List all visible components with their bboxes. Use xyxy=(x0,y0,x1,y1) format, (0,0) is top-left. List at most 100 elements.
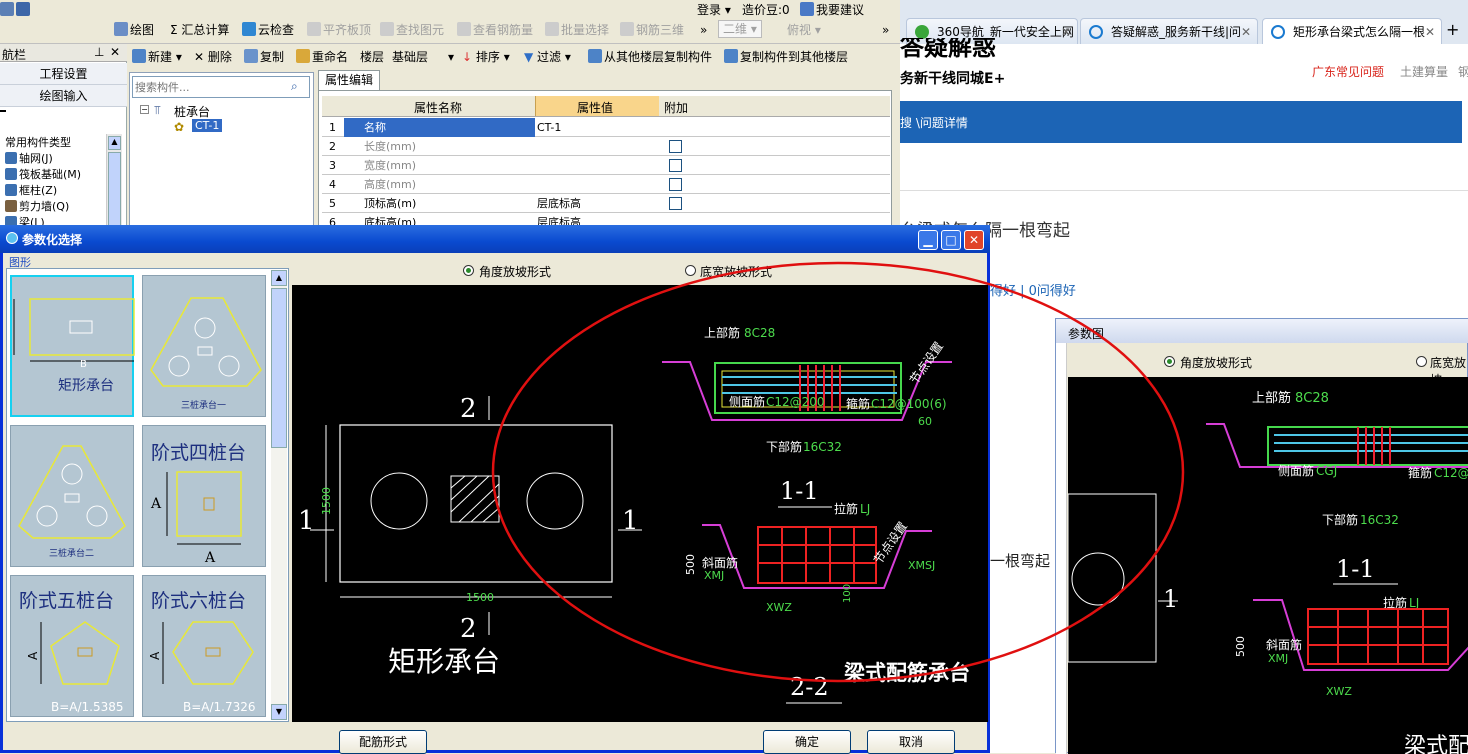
scroll-down-icon[interactable]: ▼ xyxy=(271,704,287,720)
scroll-up-icon[interactable]: ▲ xyxy=(108,136,121,150)
cancel-button[interactable]: 取消 xyxy=(867,730,955,754)
suggest-link[interactable]: 我要建议 xyxy=(800,0,864,20)
view-2d-select[interactable]: 二维 ▾ xyxy=(718,20,762,38)
scroll-thumb[interactable] xyxy=(108,152,121,226)
flat-slab-button[interactable]: 平齐板顶 xyxy=(307,20,371,40)
rename-button[interactable]: 重命名 xyxy=(296,47,348,67)
common-types[interactable]: 常用构件类型 xyxy=(5,135,71,151)
table-row[interactable]: 1 名称 CT-1 xyxy=(322,118,890,137)
thumb-tri xyxy=(18,445,126,539)
close-button[interactable]: ✕ xyxy=(964,230,984,250)
copy-from-icon xyxy=(588,49,602,63)
search-icon[interactable]: ⌕ xyxy=(291,79,298,94)
lower-label-2: 下部筋 16C32 xyxy=(1322,512,1399,527)
table-row[interactable]: 5 顶标高(m) 层底标高 xyxy=(322,194,890,213)
radio-width[interactable] xyxy=(685,265,696,276)
thumb-col-6 xyxy=(205,647,221,657)
thumb-step-five[interactable]: 阶式五桩台 A B=A/1.5385 xyxy=(10,575,134,717)
list-item-axis[interactable]: 轴网(J) xyxy=(5,151,53,167)
login-menu[interactable]: 登录 ▾ xyxy=(697,0,731,20)
rebar-3d-button[interactable]: 钢筋三维 xyxy=(620,20,684,40)
grid-icon xyxy=(5,152,17,164)
thumb-step-four[interactable]: 阶式四桩台 A A xyxy=(142,425,266,567)
breadcrumb[interactable]: 搜 \问题详情 xyxy=(900,114,968,131)
thumb-rect-cap[interactable]: B 矩形承台 xyxy=(10,275,135,417)
slope-text: 斜面筋 xyxy=(702,555,738,570)
minimize-button[interactable]: ▁ xyxy=(918,230,938,250)
thumb-step-six[interactable]: 阶式六桩台 A B=A/1.7326 xyxy=(142,575,266,717)
close-tab-icon[interactable]: ✕ xyxy=(1061,19,1071,44)
draw-input[interactable]: 绘图输入 xyxy=(0,85,127,107)
radio-width-2[interactable] xyxy=(1416,356,1427,367)
copy-from-floor-button[interactable]: 从其他楼层复制构件 xyxy=(588,47,712,67)
scroll-up-icon[interactable]: ▲ xyxy=(271,270,287,286)
find-element-button[interactable]: 查找图元 xyxy=(380,20,444,40)
browser-tab-2[interactable]: 答疑解惑_服务新干线|问 ✕ xyxy=(1080,18,1258,44)
link-guangdong[interactable]: 广东常见问题 xyxy=(1312,63,1384,80)
radio-angle[interactable] xyxy=(463,265,474,276)
thumb-col-3 xyxy=(64,493,80,503)
question-stats[interactable]: 得好 | 0问得好 xyxy=(990,280,1076,299)
new-button[interactable]: 新建 ▾ xyxy=(132,47,182,67)
thumb-scrollbar[interactable]: ▲ ▼ xyxy=(271,270,287,720)
close-tab-icon[interactable]: ✕ xyxy=(1241,19,1251,44)
link-steel[interactable]: 钢 xyxy=(1458,63,1468,80)
filter-button[interactable]: ▼ 过滤 ▾ xyxy=(524,47,571,67)
thumb-three-pile-1[interactable]: 三桩承台一 xyxy=(142,275,266,417)
copy-button[interactable]: 复制 xyxy=(244,47,284,67)
checkbox[interactable] xyxy=(669,178,682,191)
property-header: 属性名称 属性值 附加 xyxy=(322,96,890,117)
thumb-three-pile-2[interactable]: 三桩承台二 xyxy=(10,425,134,567)
h500-2: 500 xyxy=(1234,636,1247,657)
hatch-1 xyxy=(450,475,490,513)
copy-to-floor-button[interactable]: 复制构件到其他楼层 xyxy=(724,47,848,67)
view-rebar-button[interactable]: 查看钢筋量 xyxy=(457,20,533,40)
link-civil[interactable]: 土建算量 xyxy=(1400,63,1448,80)
view-top-button[interactable]: 俯视 ▾ xyxy=(787,20,821,40)
close-icon[interactable]: ✕ xyxy=(110,45,120,59)
batch-select-button[interactable]: 批量选择 xyxy=(545,20,609,40)
dialog-titlebar: 参数化选择 ▁ □ ✕ xyxy=(0,225,990,253)
left-nav-scrollbar[interactable]: ▲ xyxy=(106,134,122,230)
list-item-column[interactable]: 框柱(Z) xyxy=(5,183,57,199)
delete-button[interactable]: ✕ 删除 xyxy=(194,47,232,67)
close-tab-icon[interactable]: ✕ xyxy=(1425,19,1435,44)
sum-button[interactable]: Σ 汇总计算 xyxy=(170,20,229,40)
draw-button[interactable]: 绘图 xyxy=(114,20,154,40)
thumb-pile-a xyxy=(194,317,216,339)
checkbox[interactable] xyxy=(669,197,682,210)
tree-root[interactable]: 桩承台 xyxy=(174,103,210,120)
project-settings[interactable]: 工程设置 xyxy=(0,63,127,85)
list-item-raft[interactable]: 筏板基础(M) xyxy=(5,167,81,183)
radio-angle-2[interactable] xyxy=(1164,356,1175,367)
checkbox[interactable] xyxy=(669,140,682,153)
collapse-icon[interactable] xyxy=(0,110,6,112)
scroll-thumb[interactable] xyxy=(271,288,287,448)
more-chevron-icon-2[interactable]: » xyxy=(882,20,889,40)
table-row[interactable]: 2 长度(mm) xyxy=(322,137,890,156)
pin-icon[interactable]: ⊥ xyxy=(94,45,104,59)
search-input[interactable] xyxy=(135,79,285,95)
rebar-form-button[interactable]: 配筋形式 xyxy=(339,730,427,754)
maximize-button[interactable]: □ xyxy=(941,230,961,250)
list-item-wall[interactable]: 剪力墙(Q) xyxy=(5,199,69,215)
toolbar-misc-icons[interactable] xyxy=(0,0,32,20)
tab-property-edit[interactable]: 属性编辑 xyxy=(318,70,380,90)
browser-tab-3[interactable]: 矩形承台梁式怎么隔一根 ✕ xyxy=(1262,18,1442,44)
sort-button[interactable]: ↓ 排序 ▾ xyxy=(462,47,510,67)
lower-rebar-text: 下部筋16C32 xyxy=(766,439,842,454)
table-row[interactable]: 4 高度(mm) xyxy=(322,175,890,194)
new-tab-button[interactable]: + xyxy=(1446,20,1459,39)
table-row[interactable]: 3 宽度(mm) xyxy=(322,156,890,175)
floor-select[interactable]: 基础层 ▾ xyxy=(392,47,454,67)
slab-icon xyxy=(307,22,321,36)
cloud-check-button[interactable]: 云检查 xyxy=(242,20,294,40)
tree-item-ct1[interactable]: CT-1 xyxy=(192,119,223,132)
ok-button[interactable]: 确定 xyxy=(763,730,851,754)
floor-label: 楼层 xyxy=(360,50,385,64)
more-chevron-icon[interactable]: » xyxy=(700,20,707,40)
tree-collapse-icon[interactable]: − xyxy=(140,105,149,114)
checkbox[interactable] xyxy=(669,159,682,172)
section22-beam xyxy=(757,526,877,584)
rename-icon xyxy=(296,49,310,63)
